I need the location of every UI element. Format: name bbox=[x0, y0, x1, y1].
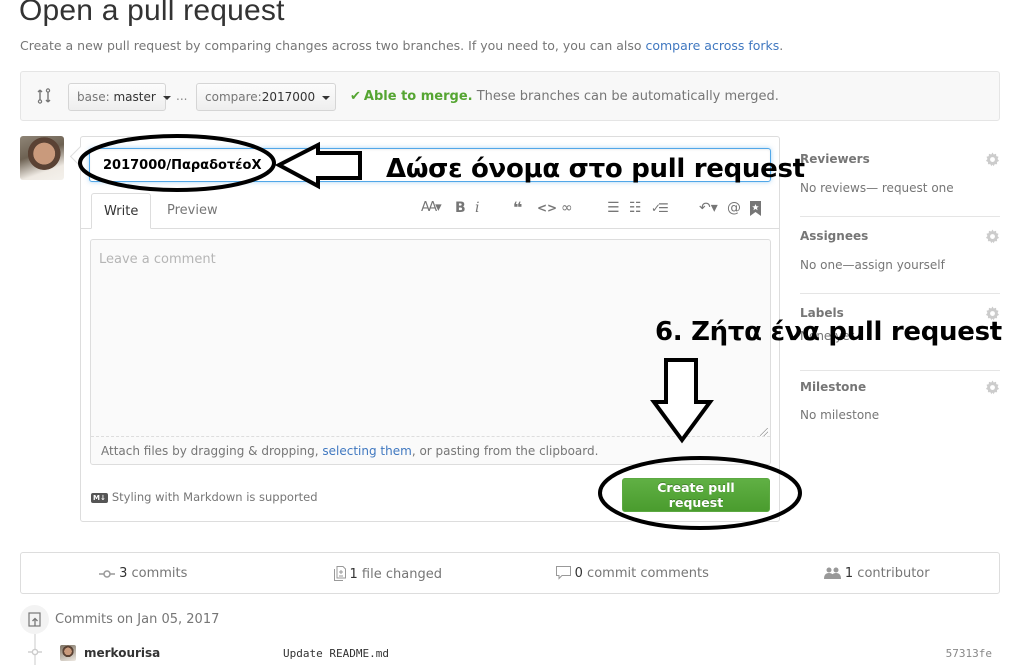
comment-box: Attach files by dragging & dropping, sel… bbox=[90, 239, 771, 465]
sidebar-value[interactable]: No one—assign yourself bbox=[800, 258, 945, 272]
page-title: Open a pull request bbox=[19, 0, 285, 27]
select-files-link[interactable]: selecting them bbox=[322, 444, 411, 458]
check-icon: ✔ bbox=[350, 89, 361, 104]
stat-files[interactable]: 1 file changed bbox=[266, 553, 511, 593]
commit-author-avatar[interactable] bbox=[60, 645, 76, 661]
gear-icon[interactable] bbox=[985, 152, 1000, 167]
sidebar-heading: Reviewers bbox=[800, 152, 870, 166]
file-diff-icon bbox=[333, 566, 346, 581]
comments-count: 0 bbox=[574, 566, 583, 581]
tab-preview[interactable]: Preview bbox=[155, 193, 230, 229]
sidebar-heading: Milestone bbox=[800, 380, 867, 394]
annotation-name-hint: Δώσε όνομα στο pull request bbox=[386, 154, 805, 184]
stat-commits[interactable]: 3 commits bbox=[21, 553, 266, 593]
commit-icon bbox=[28, 648, 42, 656]
commit-group-date: Commits on Jan 05, 2017 bbox=[55, 612, 220, 627]
link-icon[interactable]: ∞ bbox=[561, 199, 573, 217]
pr-stats-bar: 3 commits 1 file changed 0 commit commen… bbox=[20, 552, 1000, 594]
create-pull-request-button[interactable]: Create pull request bbox=[622, 478, 770, 512]
attach-text: Attach files by dragging & dropping, bbox=[101, 444, 323, 458]
commits-label: commits bbox=[127, 566, 188, 581]
sidebar-reviewers: Reviewers No reviews— request one bbox=[800, 140, 1000, 217]
page-subtitle: Create a new pull request by comparing c… bbox=[20, 38, 783, 53]
base-branch-value: master bbox=[113, 90, 156, 104]
header-text-icon[interactable]: AA▾ bbox=[421, 199, 442, 217]
bullet-list-icon[interactable]: ☰ bbox=[607, 199, 620, 217]
stat-contributors[interactable]: 1 contributor bbox=[755, 553, 1000, 593]
comment-icon bbox=[555, 566, 571, 580]
italic-icon[interactable]: i bbox=[475, 199, 479, 217]
merge-ok-label: Able to merge. bbox=[363, 89, 473, 104]
compare-across-forks-link[interactable]: compare across forks bbox=[645, 38, 779, 53]
file-drop-zone[interactable]: Attach files by dragging & dropping, sel… bbox=[91, 436, 770, 464]
files-label: file changed bbox=[357, 567, 442, 582]
resize-handle[interactable] bbox=[760, 428, 768, 436]
attach-text-end: , or pasting from the clipboard. bbox=[411, 444, 599, 458]
commit-group-badge bbox=[20, 605, 49, 634]
markdown-help-link[interactable]: Styling with Markdown is supported bbox=[112, 490, 318, 504]
task-list-icon[interactable]: ✓☰ bbox=[651, 199, 669, 217]
numbered-list-icon[interactable]: ☷ bbox=[629, 199, 642, 217]
merge-status-text: These branches can be automatically merg… bbox=[472, 89, 779, 104]
commit-icon bbox=[99, 570, 116, 578]
bookmark-icon[interactable] bbox=[750, 201, 761, 216]
sidebar-assignees: Assignees No one—assign yourself bbox=[800, 217, 1000, 294]
commit-message[interactable]: Update README.md bbox=[283, 647, 389, 660]
subtitle-end: . bbox=[779, 38, 784, 53]
chevron-down-icon bbox=[321, 95, 330, 100]
sidebar-value[interactable]: No reviews— request one bbox=[800, 181, 954, 195]
bold-icon[interactable]: B bbox=[455, 199, 466, 217]
mention-icon[interactable]: @ bbox=[727, 199, 741, 217]
avatar[interactable] bbox=[20, 136, 64, 180]
commit-row: merkourisa Update README.md 57313fe bbox=[20, 642, 1000, 664]
gear-icon[interactable] bbox=[985, 229, 1000, 244]
compare-label: compare: bbox=[205, 90, 262, 104]
branch-range-editor: base: master ... compare:2017000 ✔ Able t… bbox=[20, 71, 1000, 121]
discussion-sidebar: Reviewers No reviews— request one Assign… bbox=[800, 140, 1000, 448]
sidebar-value: No milestone bbox=[800, 408, 880, 422]
base-branch-select[interactable]: base: master bbox=[68, 83, 171, 111]
commit-sha[interactable]: 57313fe bbox=[946, 647, 992, 660]
sidebar-heading: Assignees bbox=[800, 229, 869, 243]
subtitle-text: Create a new pull request by comparing c… bbox=[20, 38, 646, 53]
tab-write[interactable]: Write bbox=[91, 193, 152, 229]
gear-icon[interactable] bbox=[985, 380, 1000, 395]
git-compare-icon bbox=[37, 88, 51, 104]
stat-comments[interactable]: 0 commit comments bbox=[510, 553, 755, 593]
compare-branch-value: 2017000 bbox=[261, 90, 316, 104]
code-icon[interactable]: <> bbox=[537, 199, 557, 217]
repo-push-icon bbox=[28, 612, 41, 627]
range-separator: ... bbox=[176, 89, 188, 103]
annotation-submit-hint: 6. Ζήτα ένα pull request bbox=[655, 317, 1002, 347]
contributors-label: contributor bbox=[853, 566, 930, 581]
contributors-count: 1 bbox=[844, 566, 854, 581]
compare-branch-select[interactable]: compare:2017000 bbox=[196, 83, 336, 111]
markdown-icon: M↓ bbox=[91, 493, 108, 503]
markdown-note: M↓ Styling with Markdown is supported bbox=[91, 490, 318, 504]
quote-icon[interactable]: ❝ bbox=[513, 199, 522, 217]
reply-icon[interactable]: ↶▾ bbox=[699, 199, 718, 217]
files-count: 1 bbox=[349, 567, 358, 582]
commit-author[interactable]: merkourisa bbox=[84, 646, 160, 660]
base-label: base: bbox=[77, 90, 110, 104]
chevron-down-icon bbox=[162, 95, 171, 100]
comments-label: commit comments bbox=[582, 566, 709, 581]
people-icon bbox=[823, 567, 841, 579]
merge-status: ✔ Able to merge. These branches can be au… bbox=[350, 89, 779, 104]
sidebar-milestone: Milestone No milestone bbox=[800, 371, 1000, 448]
